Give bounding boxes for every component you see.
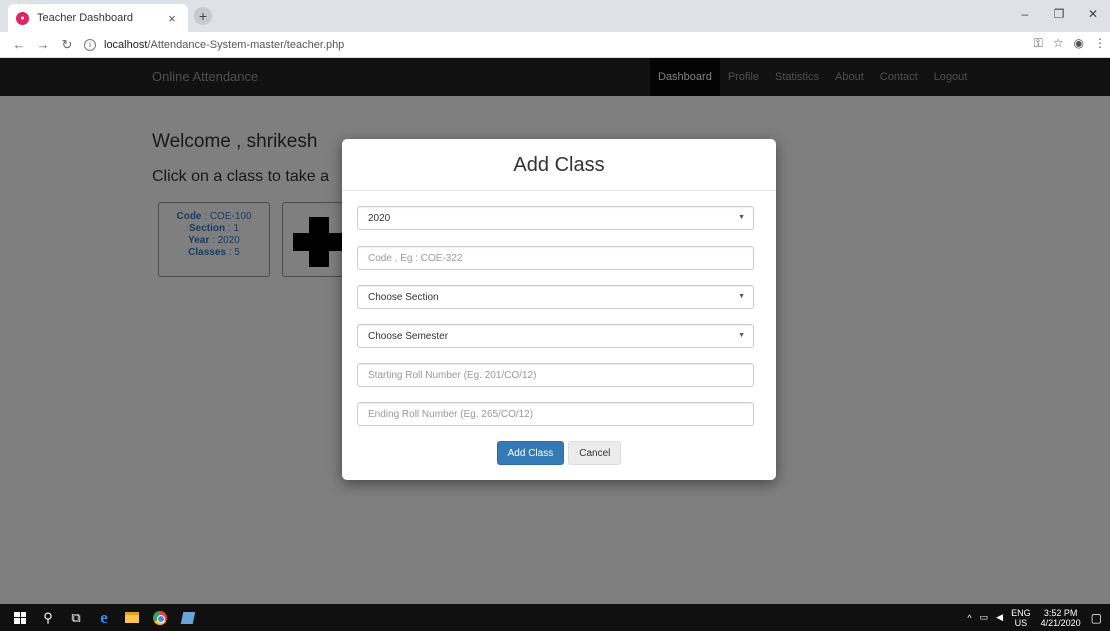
- system-tray: ^ ▭ ◀ ENG US 3:52 PM 4/21/2020 ▢: [967, 604, 1110, 631]
- search-icon[interactable]: ⚲: [34, 604, 62, 631]
- start-roll-input[interactable]: Starting Roll Number (Eg. 201/CO/12): [357, 363, 754, 387]
- tab-close-icon[interactable]: ×: [164, 11, 180, 26]
- tab-title: Teacher Dashboard: [37, 12, 134, 24]
- menu-dots-icon[interactable]: ⋮: [1094, 36, 1106, 51]
- cancel-button[interactable]: Cancel: [568, 441, 622, 465]
- add-class-modal: Add Class 2020 ▼ Code , Eg : COE-322 Cho…: [342, 139, 776, 480]
- course-code-input[interactable]: Code , Eg : COE-322: [357, 246, 754, 270]
- semester-select[interactable]: Choose Semester ▼: [357, 324, 754, 348]
- chevron-down-icon: ▼: [738, 293, 745, 300]
- year-select[interactable]: 2020 ▼: [357, 206, 754, 230]
- clock-time: 3:52 PM: [1043, 607, 1078, 618]
- year-select-value: 2020: [368, 212, 391, 224]
- maximize-button[interactable]: ❐: [1042, 0, 1076, 28]
- end-roll-input[interactable]: Ending Roll Number (Eg. 265/CO/12): [357, 402, 754, 426]
- browser-right-tools: ⚿ ☆ ◉ ⋮: [1034, 36, 1106, 51]
- section-select[interactable]: Choose Section ▼: [357, 285, 754, 309]
- chevron-down-icon: ▼: [738, 214, 745, 221]
- file-explorer-icon[interactable]: [118, 604, 146, 631]
- chevron-down-icon: ▼: [738, 332, 745, 339]
- course-code-placeholder: Code , Eg : COE-322: [368, 252, 463, 264]
- section-select-value: Choose Section: [368, 291, 439, 303]
- page-content: Online Attendance Dashboard Profile Stat…: [0, 58, 1110, 604]
- clock-date: 4/21/2020: [1040, 617, 1081, 628]
- windows-logo-icon: [14, 611, 26, 624]
- lang-top: ENG: [1011, 607, 1031, 618]
- forward-arrow-icon[interactable]: →: [34, 36, 52, 54]
- reload-icon[interactable]: ↻: [58, 36, 76, 54]
- browser-tab-bar: ● Teacher Dashboard × + – ❐ ✕: [0, 0, 1110, 32]
- semester-select-value: Choose Semester: [368, 330, 449, 342]
- start-button[interactable]: [6, 604, 34, 631]
- back-arrow-icon[interactable]: ←: [10, 36, 28, 54]
- browser-toolbar: ← → ↻ i localhost /Attendance-System-mas…: [0, 32, 1110, 58]
- modal-header: Add Class: [342, 139, 776, 191]
- favicon-icon: ●: [16, 11, 29, 25]
- edge-icon[interactable]: e: [90, 604, 118, 631]
- modal-actions: Add Class Cancel: [342, 441, 776, 465]
- end-roll-placeholder: Ending Roll Number (Eg. 265/CO/12): [368, 408, 534, 420]
- star-icon[interactable]: ☆: [1053, 36, 1064, 51]
- add-class-button[interactable]: Add Class: [496, 441, 565, 465]
- language-indicator[interactable]: ENG US: [1011, 608, 1031, 628]
- browser-tab[interactable]: ● Teacher Dashboard ×: [8, 4, 188, 32]
- new-tab-button[interactable]: +: [194, 7, 212, 25]
- notifications-icon[interactable]: ▢: [1091, 611, 1102, 625]
- profile-icon[interactable]: ◉: [1074, 36, 1084, 51]
- close-window-button[interactable]: ✕: [1076, 0, 1110, 28]
- clock[interactable]: 3:52 PM 4/21/2020: [1041, 608, 1081, 628]
- volume-icon[interactable]: ◀: [996, 612, 1003, 623]
- modal-title: Add Class: [513, 154, 605, 176]
- chrome-icon[interactable]: [146, 604, 174, 631]
- task-view-icon[interactable]: ⧉: [62, 604, 90, 631]
- network-icon[interactable]: ▭: [980, 612, 989, 623]
- tray-chevron-icon[interactable]: ^: [967, 613, 971, 623]
- address-bar[interactable]: i localhost /Attendance-System-master/te…: [84, 35, 1004, 55]
- app-icon[interactable]: [174, 604, 202, 631]
- lang-bottom: US: [1014, 617, 1028, 628]
- minimize-button[interactable]: –: [1008, 0, 1042, 28]
- start-roll-placeholder: Starting Roll Number (Eg. 201/CO/12): [368, 369, 537, 381]
- url-path: /Attendance-System-master/teacher.php: [147, 39, 345, 51]
- url-host: localhost: [104, 39, 148, 51]
- window-controls: – ❐ ✕: [1008, 0, 1110, 28]
- windows-taskbar: ⚲ ⧉ e ^ ▭ ◀ ENG US 3:52 PM 4/21/2020 ▢: [0, 604, 1110, 631]
- site-info-icon[interactable]: i: [84, 39, 96, 51]
- key-icon[interactable]: ⚿: [1034, 36, 1043, 51]
